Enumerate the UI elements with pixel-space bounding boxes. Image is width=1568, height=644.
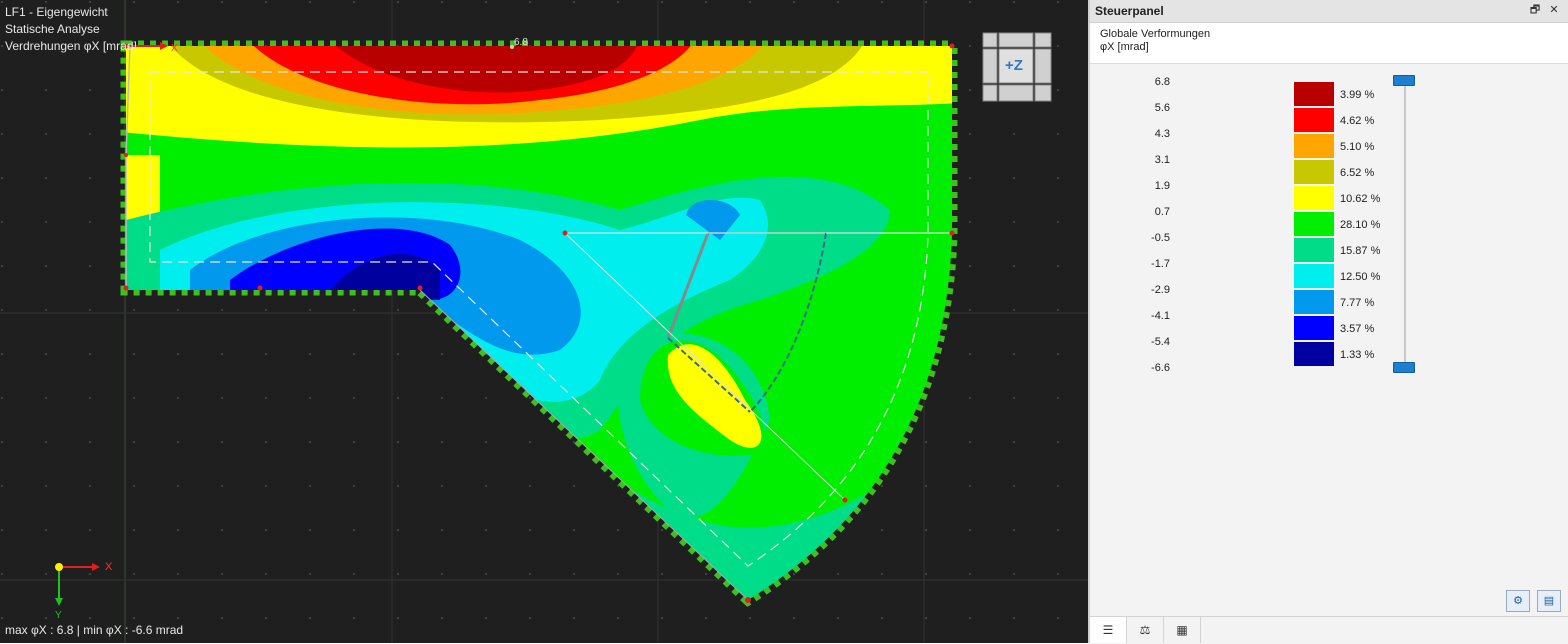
load-case-label: LF1 - Eigengewicht (5, 5, 108, 19)
result-description: Globale Verformungen φX [mrad] (1090, 23, 1568, 64)
legend-value: 4.3 (1154, 128, 1170, 140)
color-legend: 6.8 5.6 4.3 3.1 1.9 0.7 -0.5 -1.7 -2.9 -… (1090, 64, 1568, 584)
legend-swatch[interactable] (1294, 108, 1334, 132)
axis-x-label-top: X (171, 43, 178, 54)
contour-plot[interactable] (0, 0, 1088, 643)
legend-swatch[interactable] (1294, 238, 1334, 262)
panel-header: Steuerpanel 🗗 ✕ (1090, 0, 1568, 23)
legend-swatch[interactable] (1294, 82, 1334, 106)
view-cube-label: +Z (1005, 57, 1023, 74)
legend-swatch[interactable] (1294, 316, 1334, 340)
legend-swatch[interactable] (1294, 134, 1334, 158)
analysis-type-label: Statische Analyse (5, 22, 100, 36)
panel-toolbar: ⚙ ▤ (1090, 584, 1568, 616)
legend-swatch[interactable] (1294, 264, 1334, 288)
legend-swatch[interactable] (1294, 186, 1334, 210)
legend-value: -0.5 (1151, 232, 1170, 244)
legend-value: 5.6 (1154, 102, 1170, 114)
legend-value: -4.1 (1151, 310, 1170, 322)
legend-percent: 10.62 % (1340, 193, 1381, 205)
legend-percent: 1.33 % (1340, 349, 1375, 361)
legend-value: -1.7 (1151, 258, 1170, 270)
legend-swatch[interactable] (1294, 212, 1334, 236)
legend-percent: 3.57 % (1340, 323, 1375, 335)
restore-icon[interactable]: 🗗 (1528, 3, 1542, 17)
legend-value: 1.9 (1154, 180, 1170, 192)
legend-percent: 15.87 % (1340, 245, 1381, 257)
legend-value: -5.4 (1151, 336, 1170, 348)
close-icon[interactable]: ✕ (1547, 3, 1561, 17)
max-value-label: 6.8 (514, 37, 528, 48)
panel-title: Steuerpanel (1095, 4, 1164, 18)
balance-tab-icon[interactable]: ⚖ (1127, 617, 1164, 643)
range-slider-min-handle[interactable] (1393, 362, 1415, 373)
legend-percent: 5.10 % (1340, 141, 1375, 153)
legend-percent: 6.52 % (1340, 167, 1375, 179)
result-category: Globale Verformungen (1100, 28, 1211, 40)
legend-percent: 28.10 % (1340, 219, 1381, 231)
legend-value: 3.1 (1154, 154, 1170, 166)
legend-value: -2.9 (1151, 284, 1170, 296)
result-type-label: Verdrehungen φX [mrad] (5, 39, 137, 53)
result-quantity: φX [mrad] (1100, 41, 1149, 53)
legend-swatch[interactable] (1294, 342, 1334, 366)
legend-value: -6.6 (1151, 362, 1170, 374)
min-max-status: max φX : 6.8 | min φX : -6.6 mrad (5, 623, 184, 637)
axis-x-label: X (105, 561, 113, 573)
range-slider-track[interactable] (1404, 80, 1406, 370)
legend-percent: 12.50 % (1340, 271, 1381, 283)
legend-percent: 3.99 % (1340, 89, 1375, 101)
range-slider-max-handle[interactable] (1393, 75, 1415, 86)
legend-swatch[interactable] (1294, 160, 1334, 184)
legend-tab-icon[interactable]: ☰ (1090, 617, 1127, 643)
model-viewport[interactable]: LF1 - Eigengewicht Statische Analyse Ver… (0, 0, 1088, 643)
legend-toggle-icon[interactable]: ▤ (1537, 590, 1561, 612)
legend-value: 0.7 (1154, 206, 1170, 218)
control-panel: Steuerpanel 🗗 ✕ Globale Verformungen φX … (1090, 0, 1568, 644)
panel-tabs: ☰ ⚖ ▦ (1090, 616, 1568, 644)
legend-swatch[interactable] (1294, 290, 1334, 314)
legend-percent: 7.77 % (1340, 297, 1375, 309)
legend-value: 6.8 (1154, 76, 1170, 88)
settings-icon[interactable]: ⚙ (1506, 590, 1530, 612)
filter-tab-icon[interactable]: ▦ (1164, 617, 1201, 643)
legend-percent: 4.62 % (1340, 115, 1375, 127)
